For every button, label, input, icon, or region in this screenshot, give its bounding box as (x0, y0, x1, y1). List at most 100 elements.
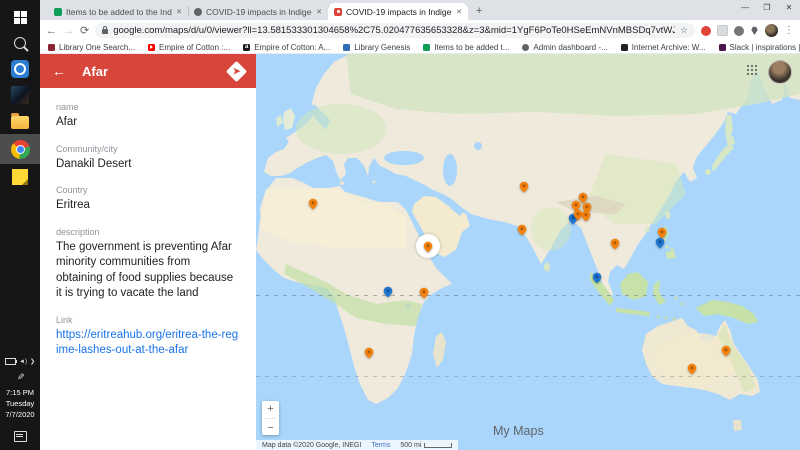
minimize-button[interactable]: — (734, 3, 756, 12)
bookmark-label: Admin dashboard -... (533, 43, 607, 52)
map-marker[interactable] (382, 285, 394, 299)
map-marker[interactable] (720, 344, 732, 358)
field-label: Country (56, 185, 240, 195)
tab-close-icon[interactable]: ✕ (176, 8, 182, 16)
field-label: description (56, 227, 240, 237)
bookmark-item[interactable]: a Empire of Cotton: A... (243, 43, 330, 52)
map-marker[interactable] (580, 209, 592, 223)
page-content: ← Afar ➤ name Afar Community/city Da (40, 54, 800, 450)
map-marker[interactable] (518, 180, 530, 194)
sulawesi (653, 280, 666, 305)
madagascar (433, 332, 446, 368)
adblock-extension-icon[interactable] (701, 26, 711, 36)
pen-input-icon[interactable]: ✎ (14, 373, 25, 381)
map-marker[interactable] (591, 271, 603, 285)
tab-title: COVID-19 impacts in Indigenou (346, 7, 452, 17)
tab-strip: Items to be added to the Indige ✕ COVID-… (40, 0, 800, 20)
zoom-in-button[interactable]: + (267, 403, 273, 415)
info-field: description The government is preventing… (56, 227, 240, 302)
sri-lanka (544, 263, 550, 272)
terms-link[interactable]: Terms (371, 442, 390, 449)
landmass-ireland (276, 115, 283, 127)
map-marker[interactable] (422, 240, 434, 254)
windows-taskbar: ◄) ❯ ✎ 7:15 PM Tuesday 7/7/2020 (0, 0, 40, 450)
tasmania (733, 420, 742, 431)
search-icon[interactable] (0, 30, 40, 56)
my-maps-label: My Maps (493, 424, 544, 438)
map-marker[interactable] (654, 236, 666, 250)
place-info-panel: ← Afar ➤ name Afar Community/city Da (40, 54, 256, 450)
maximize-button[interactable]: ❐ (756, 3, 778, 12)
https-lock-icon[interactable] (102, 29, 108, 34)
map-marker[interactable] (418, 286, 430, 300)
account-avatar[interactable] (768, 60, 792, 84)
sticky-notes-icon[interactable] (0, 164, 40, 190)
close-button[interactable]: ✕ (778, 3, 800, 12)
bookmark-label: Empire of Cotton: A... (254, 43, 330, 52)
bookmark-item[interactable]: Slack | inspirations |... (719, 43, 800, 52)
google-apps-grid-icon[interactable] (747, 65, 758, 76)
reload-button[interactable]: ⟳ (80, 24, 89, 37)
panel-title: Afar (82, 64, 229, 79)
map-marker[interactable] (609, 237, 621, 251)
url-text[interactable]: google.com/maps/d/u/0/viewer?ll=13.58153… (113, 25, 675, 36)
map-marker[interactable] (363, 346, 375, 360)
chrome-app-icon[interactable] (0, 134, 40, 164)
directions-icon[interactable]: ➤ (226, 60, 247, 81)
file-explorer-icon[interactable] (0, 108, 40, 134)
info-field: Country Eritrea (56, 185, 240, 214)
start-button-icon[interactable] (0, 4, 40, 30)
tray-expand-icon[interactable]: ❯ (30, 358, 35, 365)
battery-icon[interactable] (5, 358, 16, 365)
bookmark-item[interactable]: Library Genesis (343, 43, 410, 52)
browser-tab[interactable]: Items to be added to the Indige ✕ (48, 3, 188, 20)
bookmark-item[interactable]: Internet Archive: W... (621, 43, 706, 52)
volume-icon[interactable]: ◄) (19, 359, 27, 365)
zoom-out-button[interactable]: − (267, 422, 273, 434)
map-marker[interactable] (686, 362, 698, 376)
bookmark-label: Slack | inspirations |... (730, 43, 800, 52)
media-app-icon[interactable] (0, 82, 40, 108)
tab-title: COVID-19 impacts in Indigenou (206, 7, 312, 17)
people-app-icon[interactable] (0, 56, 40, 82)
map-marker[interactable] (307, 197, 319, 211)
map-attribution-bar: Map data ©2020 Google, INEGI Terms 500 m… (256, 440, 458, 450)
tab-favicon-icon (194, 8, 202, 16)
browser-tab[interactable]: COVID-19 impacts in Indigenou ✕ (328, 3, 468, 20)
map-zoom-control: + − (262, 401, 279, 435)
map-data-credit: Map data ©2020 Google, INEGI (262, 442, 361, 449)
bookmark-star-icon[interactable]: ☆ (680, 25, 688, 36)
pin-extension-icon[interactable] (750, 26, 759, 35)
profile-avatar[interactable] (765, 24, 778, 37)
address-bar[interactable]: google.com/maps/d/u/0/viewer?ll=13.58153… (95, 23, 695, 38)
back-arrow-icon[interactable]: ← (52, 63, 66, 79)
bookmark-favicon-icon (423, 44, 430, 51)
bookmark-item[interactable]: Library One Search... (48, 43, 135, 52)
bookmark-favicon-icon (148, 44, 155, 51)
back-button[interactable]: ← (46, 25, 57, 37)
bookmark-label: Internet Archive: W... (632, 43, 706, 52)
bookmark-item[interactable]: Items to be added t... (423, 43, 509, 52)
bookmark-item[interactable]: Admin dashboard -... (522, 43, 607, 52)
tab-close-icon[interactable]: ✕ (456, 8, 462, 16)
browser-tab[interactable]: COVID-19 impacts in Indigenou ✕ (188, 3, 328, 20)
action-center-icon[interactable] (14, 431, 27, 442)
place-link[interactable]: https://eritreahub.org/eritrea-the-regim… (56, 328, 240, 359)
forward-button[interactable]: → (63, 25, 74, 37)
bookmark-item[interactable]: Empire of Cotton :... (148, 43, 230, 52)
bookmark-label: Library One Search... (59, 43, 135, 52)
scale-label: 500 mi (400, 442, 421, 449)
map-marker[interactable] (516, 223, 528, 237)
landmass-japan (712, 144, 734, 172)
hainan (645, 228, 650, 233)
tab-close-icon[interactable]: ✕ (316, 8, 322, 16)
bookmark-label: Empire of Cotton :... (159, 43, 230, 52)
dark-extension-icon[interactable] (734, 26, 744, 36)
taskbar-clock[interactable]: 7:15 PM Tuesday 7/7/2020 (5, 388, 34, 421)
map-canvas[interactable]: + − My Maps Map data ©2020 Google, INEGI… (256, 54, 800, 450)
gray-extension-icon[interactable] (717, 25, 728, 36)
google-my-maps-watermark: My Maps (488, 424, 544, 438)
menu-kebab-icon[interactable]: ⋮ (784, 25, 794, 36)
new-tab-button[interactable]: + (476, 5, 482, 17)
crete (373, 181, 376, 184)
